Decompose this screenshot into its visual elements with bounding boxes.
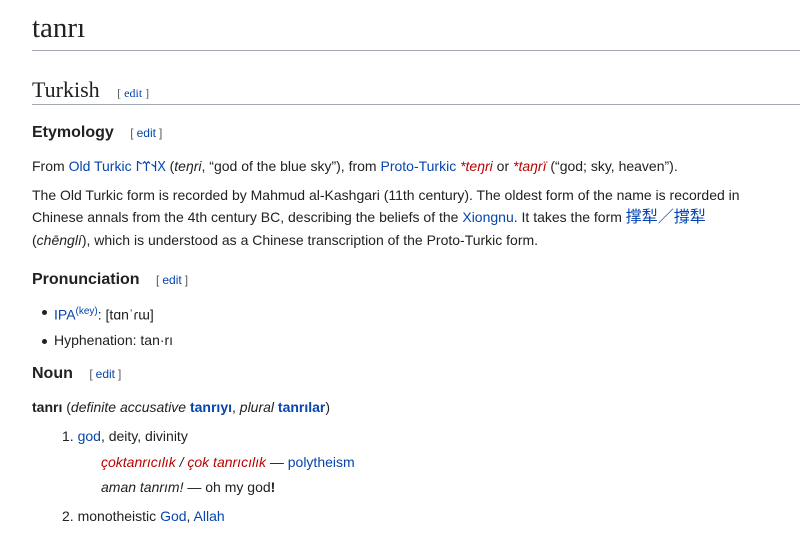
etymology-paragraph-1: From Old Turkic 𐰓𐰭𐰼𐰃 (teŋri, “god of the… (32, 155, 792, 177)
hyphenation-item: Hyphenation: tan·rı (32, 328, 173, 353)
noun-heading: Noun [edit] (32, 365, 121, 383)
pronunciation-edit-section: [edit] (156, 273, 189, 287)
noun-edit-link[interactable]: edit (93, 367, 118, 381)
proto-turkic-link[interactable]: Proto-Turkic (380, 158, 456, 174)
sense-2: 2. monotheistic God, Allah (62, 508, 225, 524)
text: (“god; sky, heaven”). (546, 158, 678, 174)
text: ( (165, 158, 175, 174)
pronunciation-edit-link[interactable]: edit (159, 273, 184, 287)
etymology-edit-link[interactable]: edit (134, 126, 159, 140)
noun-heading-text: Noun (32, 365, 73, 382)
sense-1: 1. god, deity, divinity (62, 428, 188, 444)
pronunciation-list: IPA(key): [tɑnˈɾɯ] Hyphenation: tan·rı (32, 299, 173, 353)
ipa-value: : [tɑnˈɾɯ] (97, 306, 154, 323)
etymology-paragraph-2: The Old Turkic form is recorded by Mahmu… (32, 184, 792, 251)
text: , (232, 399, 240, 415)
example-link-cok-tanricilik[interactable]: çok tanrıcılık (187, 454, 266, 470)
language-edit-link[interactable]: edit (121, 86, 145, 100)
noun-edit-section: [edit] (89, 367, 122, 381)
plural-label: plural (239, 399, 275, 415)
text: / (175, 454, 188, 470)
sense-number: 1. (62, 428, 74, 444)
god-link[interactable]: god (78, 428, 101, 444)
plural-link[interactable]: tanrılar (278, 399, 325, 415)
ipa-link[interactable]: IPA (54, 307, 76, 323)
etymology-heading-text: Etymology (32, 124, 114, 141)
language-heading-text: Turkish (32, 77, 100, 102)
reconstruction-link-2[interactable]: *taŋrï (513, 158, 546, 174)
language-divider (32, 104, 800, 105)
text: From (32, 158, 69, 174)
sense-1-text: , deity, divinity (100, 428, 188, 444)
etymology-heading: Etymology [edit] (32, 124, 162, 142)
pronunciation-heading-text: Pronunciation (32, 271, 140, 288)
text: ! (270, 479, 276, 495)
chinese-form-link[interactable]: 撑犁／撐犁 (626, 209, 706, 226)
polytheism-link[interactable]: polytheism (288, 454, 355, 470)
example-text: aman tanrım! (101, 479, 184, 495)
text: or (492, 158, 514, 174)
sense-number: 2. (62, 508, 74, 524)
xiongnu-link[interactable]: Xiongnu (462, 209, 513, 225)
usage-example-2: aman tanrım! — oh my god! (101, 479, 275, 495)
language-edit-section: [edit] (117, 86, 150, 100)
text: ), which is understood as a Chinese tran… (81, 232, 539, 248)
text: ( (62, 399, 71, 415)
reconstruction-link-1[interactable]: *teŋri (460, 158, 493, 174)
chengli-transliteration: chēnglí (36, 232, 82, 248)
text: , “god of the blue sky”), from (201, 158, 381, 174)
old-turkic-script-link[interactable]: 𐰓𐰭𐰼𐰃 (135, 158, 165, 174)
definite-accusative-label: definite accusative (70, 399, 187, 415)
hyphenation-text: Hyphenation: tan·rı (54, 331, 174, 348)
ipa-item: IPA(key): [tɑnˈɾɯ] (32, 299, 173, 328)
tengri-transliteration: teŋri (174, 158, 202, 174)
text: — (265, 454, 288, 470)
pronunciation-heading: Pronunciation [edit] (32, 271, 188, 289)
etymology-edit-section: [edit] (130, 126, 163, 140)
text: . It takes the form (513, 209, 626, 225)
allah-link[interactable]: Allah (194, 508, 225, 524)
ipa-key-link[interactable]: (key) (76, 306, 98, 317)
noun-headword-line: tanrı (definite accusative tanrıyı, plur… (32, 396, 792, 418)
headword: tanrı (32, 399, 63, 415)
title-divider (32, 50, 800, 51)
sense-2-text: monotheistic (77, 508, 161, 524)
language-heading: Turkish [edit] (32, 77, 149, 103)
usage-example-1: çoktanrıcılık / çok tanrıcılık — polythe… (101, 454, 355, 470)
page-title: tanrı (32, 12, 86, 44)
god-capital-link[interactable]: God (160, 508, 186, 524)
definite-accusative-link[interactable]: tanrıyı (190, 399, 232, 415)
old-turkic-link[interactable]: Old Turkic (69, 158, 132, 174)
example-translation: — oh my god (183, 479, 271, 495)
text: , (186, 508, 194, 524)
example-link-coktanricilik[interactable]: çoktanrıcılık (101, 454, 176, 470)
text: ) (325, 399, 331, 415)
